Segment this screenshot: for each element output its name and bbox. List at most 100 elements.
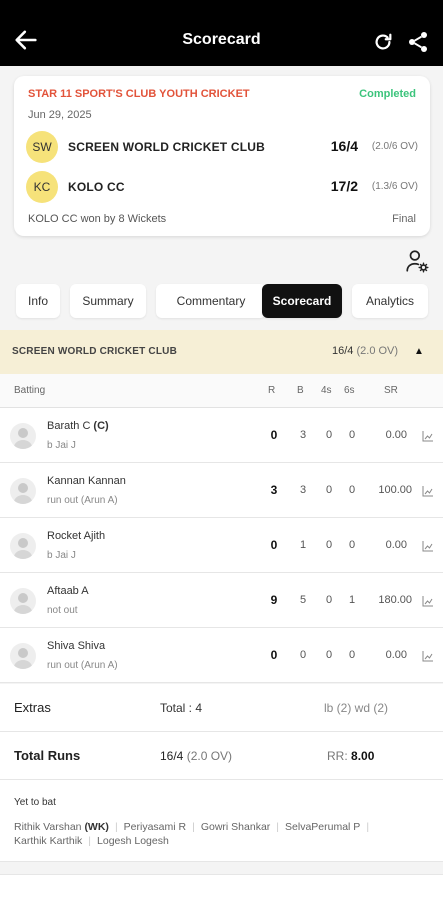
dismissal: run out (Arun A)	[47, 495, 118, 506]
col-runs: R	[268, 385, 276, 396]
strike-rate: 0.00	[385, 649, 407, 661]
tab-summary[interactable]: Summary	[70, 284, 146, 318]
separator: |	[366, 821, 370, 833]
fours: 0	[325, 484, 333, 496]
batting-table-header: Batting R B 4s 6s SR	[0, 374, 443, 408]
sixes: 1	[348, 594, 356, 606]
balls: 1	[299, 539, 307, 551]
share-icon[interactable]	[406, 30, 430, 54]
wagon-wheel-chart-icon[interactable]	[422, 540, 434, 552]
captain-tag: (C)	[93, 420, 109, 432]
list-item[interactable]: SelvaPerumal P	[285, 821, 360, 833]
team-badge: SW	[26, 131, 58, 163]
player-name: Rithik Varshan	[14, 821, 82, 833]
innings-header[interactable]: SCREEN WORLD CRICKET CLUB 16/4 (2.0 OV) …	[0, 330, 443, 374]
list-item[interactable]: Logesh Logesh	[97, 835, 169, 847]
fours: 0	[325, 429, 333, 441]
player-name: Logesh Logesh	[97, 835, 169, 847]
list-item[interactable]: Karthik Karthik	[14, 835, 82, 847]
player-name: SelvaPerumal P	[285, 821, 361, 833]
match-date: Jun 29, 2025	[28, 109, 92, 121]
runs: 0	[270, 428, 278, 442]
run-rate: RR: 8.00	[327, 749, 374, 763]
batter-name-text: Aftaab A	[47, 585, 89, 597]
total-runs-label: Total Runs	[14, 748, 81, 763]
tab-scorecard[interactable]: Scorecard	[262, 284, 342, 318]
wagon-wheel-chart-icon[interactable]	[422, 650, 434, 662]
extras-label: Extras	[14, 700, 51, 715]
team-score: 17/2	[330, 178, 358, 194]
refresh-icon[interactable]	[372, 31, 394, 53]
extras-row: Extras Total : 4 lb (2) wd (2)	[0, 684, 443, 732]
yet-to-bat-section: Yet to bat Rithik Varshan (WK) | Periyasam…	[0, 780, 443, 862]
tab-info[interactable]: Info	[16, 284, 60, 318]
innings-runs: 16/4	[332, 345, 354, 357]
strike-rate: 100.00	[378, 484, 412, 496]
avatar	[10, 643, 36, 669]
wagon-wheel-chart-icon[interactable]	[422, 595, 434, 607]
batter-row[interactable]: Shiva Shiva run out (Arun A) 0 0 0 0 0.0…	[0, 628, 443, 683]
batter-name: Rocket Ajith	[47, 530, 108, 542]
dismissal: run out (Arun A)	[47, 660, 118, 671]
separator: |	[192, 821, 195, 833]
list-item[interactable]: Periyasami R	[124, 821, 186, 833]
team-score: 16/4	[330, 138, 358, 154]
player-name: Gowri Shankar	[200, 821, 271, 833]
match-stage: Final	[392, 213, 416, 225]
avatar	[10, 588, 36, 614]
tab-analytics[interactable]: Analytics	[352, 284, 428, 318]
separator: |	[276, 821, 280, 833]
runs: 3	[270, 483, 278, 497]
team-name: SCREEN WORLD CRICKET CLUB	[68, 140, 265, 154]
dismissal: b Jai J	[47, 440, 76, 451]
wagon-wheel-chart-icon[interactable]	[422, 430, 434, 442]
next-section-strip	[0, 874, 443, 900]
innings-team: SCREEN WORLD CRICKET CLUB	[12, 346, 177, 357]
innings-overs: (2.0 OV)	[356, 345, 399, 357]
team-row: SW SCREEN WORLD CRICKET CLUB 16/4 (2.0/6…	[26, 131, 418, 163]
separator: |	[88, 835, 92, 847]
total-runs-score: 16/4 (2.0 OV)	[160, 749, 232, 763]
balls: 5	[299, 594, 307, 606]
match-status: Completed	[359, 88, 416, 100]
batter-name-text: Rocket Ajith	[47, 530, 106, 542]
batter-row[interactable]: Kannan Kannan run out (Arun A) 3 3 0 0 1…	[0, 463, 443, 518]
batter-name-text: Barath C	[47, 420, 91, 432]
tournament-name: STAR 11 SPORT'S CLUB YOUTH CRICKET	[28, 88, 250, 100]
total-score: 16/4	[160, 749, 184, 763]
separator: |	[114, 821, 118, 833]
wagon-wheel-chart-icon[interactable]	[422, 485, 434, 497]
batter-name-text: Shiva Shiva	[47, 640, 106, 652]
tab-bar: Info Summary Commentary Scorecard Analyt…	[16, 284, 436, 318]
tab-commentary[interactable]: Commentary	[156, 284, 266, 318]
col-balls: B	[297, 385, 304, 396]
batter-row[interactable]: Rocket Ajith b Jai J 0 1 0 0 0.00	[0, 518, 443, 573]
col-fours: 4s	[321, 385, 332, 396]
col-sixes: 6s	[344, 385, 355, 396]
run-rate-label: RR:	[327, 749, 348, 763]
batter-row[interactable]: Aftaab A not out 9 5 0 1 180.00	[0, 573, 443, 628]
balls: 0	[299, 649, 307, 661]
list-item[interactable]: Rithik Varshan (WK)	[14, 821, 109, 833]
sixes: 0	[348, 484, 356, 496]
fours: 0	[325, 594, 333, 606]
yet-to-bat-list: Rithik Varshan (WK) | Periyasami R | Gowri S…	[14, 820, 424, 848]
avatar	[10, 478, 36, 504]
user-settings-icon[interactable]	[404, 248, 430, 274]
batter-row[interactable]: Barath C (C) b Jai J 0 3 0 0 0.00	[0, 408, 443, 463]
team-overs: (1.3/6 OV)	[371, 181, 418, 192]
total-overs: (2.0 OV)	[186, 749, 233, 763]
team-row: KC KOLO CC 17/2 (1.3/6 OV)	[26, 171, 418, 203]
yet-to-bat-label: Yet to bat	[14, 797, 56, 808]
player-name: Karthik Karthik	[14, 835, 83, 847]
dismissal: not out	[47, 605, 78, 616]
collapse-caret-icon[interactable]: ▲	[414, 346, 424, 357]
list-item[interactable]: Gowri Shankar	[201, 821, 270, 833]
team-name: KOLO CC	[68, 180, 125, 194]
strike-rate: 180.00	[378, 594, 412, 606]
batting-label: Batting	[14, 385, 46, 396]
runs: 9	[270, 593, 278, 607]
balls: 3	[299, 429, 307, 441]
dismissal: b Jai J	[47, 550, 76, 561]
match-summary-card[interactable]: STAR 11 SPORT'S CLUB YOUTH CRICKET Compl…	[14, 76, 430, 236]
